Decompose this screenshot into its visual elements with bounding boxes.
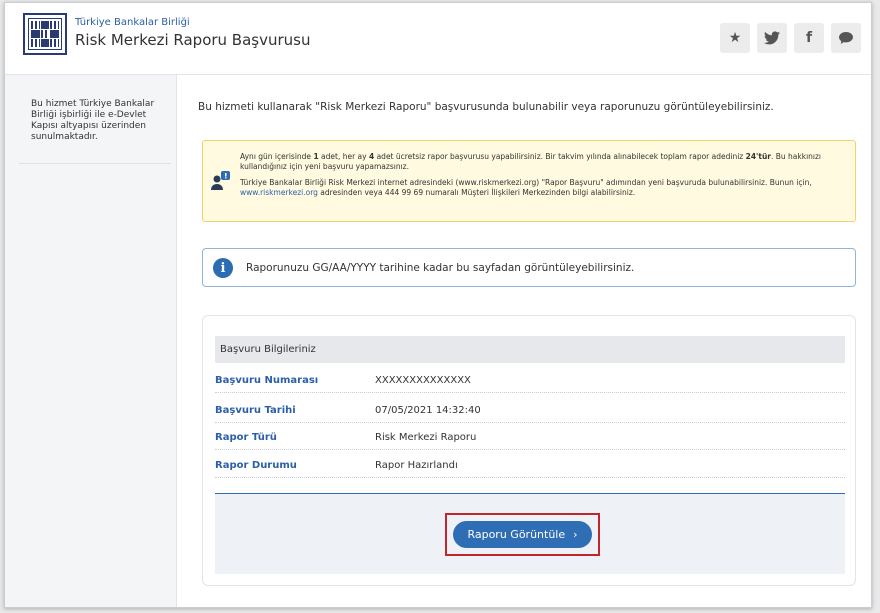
row-value: 07/05/2021 14:32:40 bbox=[375, 405, 481, 416]
sidebar-info-text: Bu hizmet Türkiye Bankalar Birliği işbir… bbox=[31, 99, 155, 142]
row-label: Başvuru Tarihi bbox=[215, 405, 296, 416]
application-info-card: Başvuru Bilgileriniz Başvuru Numarası XX… bbox=[202, 315, 856, 586]
sidebar: Bu hizmet Türkiye Bankalar Birliği işbir… bbox=[5, 75, 177, 607]
sidebar-divider bbox=[19, 163, 171, 164]
notice-text: Aynı gün içerisinde 1 adet, her ay 4 ade… bbox=[240, 152, 822, 197]
twitter-icon[interactable] bbox=[757, 23, 787, 53]
info-row-report-type: Rapor Türü Risk Merkezi Raporu bbox=[215, 427, 845, 450]
highlight-box: Raporu Görüntüle › bbox=[445, 513, 600, 556]
row-value: Risk Merkezi Raporu bbox=[375, 432, 477, 443]
facebook-icon[interactable]: f bbox=[794, 23, 824, 53]
info-row-report-status: Rapor Durumu Rapor Hazırlandı bbox=[215, 455, 845, 478]
info-alert: i Raporunuzu GG/AA/YYYY tarihine kadar b… bbox=[202, 248, 856, 287]
page-header: Türkiye Bankalar Birliği Risk Merkezi Ra… bbox=[5, 3, 871, 75]
browser-page: Türkiye Bankalar Birliği Risk Merkezi Ra… bbox=[4, 2, 872, 608]
card-footer: Raporu Görüntüle › bbox=[215, 493, 845, 574]
riskmerkezi-link[interactable]: www.riskmerkezi.org bbox=[240, 188, 318, 197]
card-title: Başvuru Bilgileriniz bbox=[215, 336, 845, 363]
row-label: Rapor Türü bbox=[215, 432, 277, 443]
row-value: XXXXXXXXXXXXXX bbox=[375, 375, 471, 386]
info-row-application-number: Başvuru Numarası XXXXXXXXXXXXXX bbox=[215, 370, 845, 393]
info-row-application-date: Başvuru Tarihi 07/05/2021 14:32:40 bbox=[215, 400, 845, 423]
row-label: Başvuru Numarası bbox=[215, 375, 319, 386]
social-buttons: ★ f bbox=[720, 23, 861, 53]
org-name: Türkiye Bankalar Birliği bbox=[75, 17, 190, 28]
info-icon: i bbox=[213, 258, 233, 278]
tbb-logo bbox=[23, 13, 67, 55]
info-alert-text: Raporunuzu GG/AA/YYYY tarihine kadar bu … bbox=[246, 262, 635, 274]
page-title[interactable]: Risk Merkezi Raporu Başvurusu bbox=[75, 31, 311, 49]
chevron-right-icon: › bbox=[573, 528, 578, 541]
service-intro-text: Bu hizmeti kullanarak "Risk Merkezi Rapo… bbox=[198, 101, 774, 113]
warning-notice: Aynı gün içerisinde 1 adet, her ay 4 ade… bbox=[202, 140, 856, 222]
star-icon[interactable]: ★ bbox=[720, 23, 750, 53]
row-value: Rapor Hazırlandı bbox=[375, 460, 458, 471]
row-label: Rapor Durumu bbox=[215, 460, 297, 471]
chat-icon[interactable] bbox=[831, 23, 861, 53]
user-alert-icon bbox=[211, 170, 231, 192]
view-report-button[interactable]: Raporu Görüntüle › bbox=[453, 521, 592, 548]
